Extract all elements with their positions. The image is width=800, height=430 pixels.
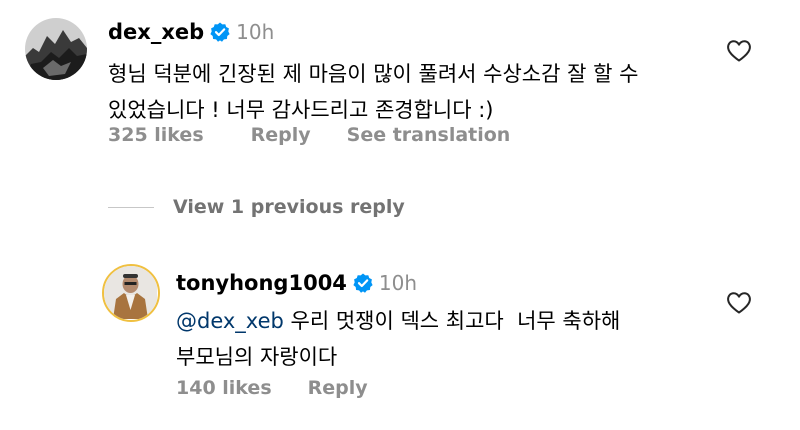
verified-badge-icon xyxy=(353,273,373,293)
avatar-image xyxy=(25,18,87,80)
reply-timestamp: 10h xyxy=(378,271,418,295)
reply-actions: 140 likes Reply xyxy=(176,377,368,399)
comment-likes-count[interactable]: 325 likes xyxy=(108,124,204,146)
comment-username[interactable]: dex_xeb xyxy=(108,20,204,44)
comment-actions: 325 likes Reply See translation xyxy=(108,124,510,146)
reply-text-line: 부모님의 자랑이다 xyxy=(176,345,338,369)
mention-link[interactable]: @dex_xeb xyxy=(176,309,284,333)
comment-text: 형님 덕분에 긴장된 제 마음이 많이 풀려서 수상소감 잘 할 수 있었습니다… xyxy=(108,56,638,128)
reply-text-line: @dex_xeb 우리 멋쟁이 덱스 최고다 너무 축하해 xyxy=(176,303,620,339)
like-heart-icon[interactable] xyxy=(727,292,751,318)
comment-header: dex_xeb 10h xyxy=(108,17,274,47)
reply-likes-count[interactable]: 140 likes xyxy=(176,377,272,399)
reply-text-content: 우리 멋쟁이 덱스 최고다 너무 축하해 xyxy=(283,309,621,333)
avatar-dex-xeb[interactable] xyxy=(25,18,87,80)
verified-badge-icon xyxy=(210,22,230,42)
comment-text-line: 형님 덕분에 긴장된 제 마음이 많이 풀려서 수상소감 잘 할 수 xyxy=(108,62,639,86)
reply-header: tonyhong1004 10h xyxy=(176,268,417,298)
reply-text: @dex_xeb 우리 멋쟁이 덱스 최고다 너무 축하해 부모님의 자랑이다 xyxy=(176,303,620,375)
replies-divider-line xyxy=(108,206,154,208)
reply-username[interactable]: tonyhong1004 xyxy=(176,271,347,295)
reply-reply-button[interactable]: Reply xyxy=(308,377,368,399)
view-replies-label: View 1 previous reply xyxy=(173,196,405,218)
comment-text-line: 있었습니다 ! 너무 감사드리고 존경합니다 :) xyxy=(108,98,494,122)
avatar-image xyxy=(104,266,157,319)
see-translation-button[interactable]: See translation xyxy=(347,124,511,146)
comment-reply-button[interactable]: Reply xyxy=(251,124,311,146)
like-heart-icon[interactable] xyxy=(727,40,751,66)
avatar-tonyhong1004[interactable] xyxy=(102,264,160,322)
view-previous-replies-button[interactable]: View 1 previous reply xyxy=(108,196,405,218)
comment-timestamp: 10h xyxy=(236,20,275,44)
